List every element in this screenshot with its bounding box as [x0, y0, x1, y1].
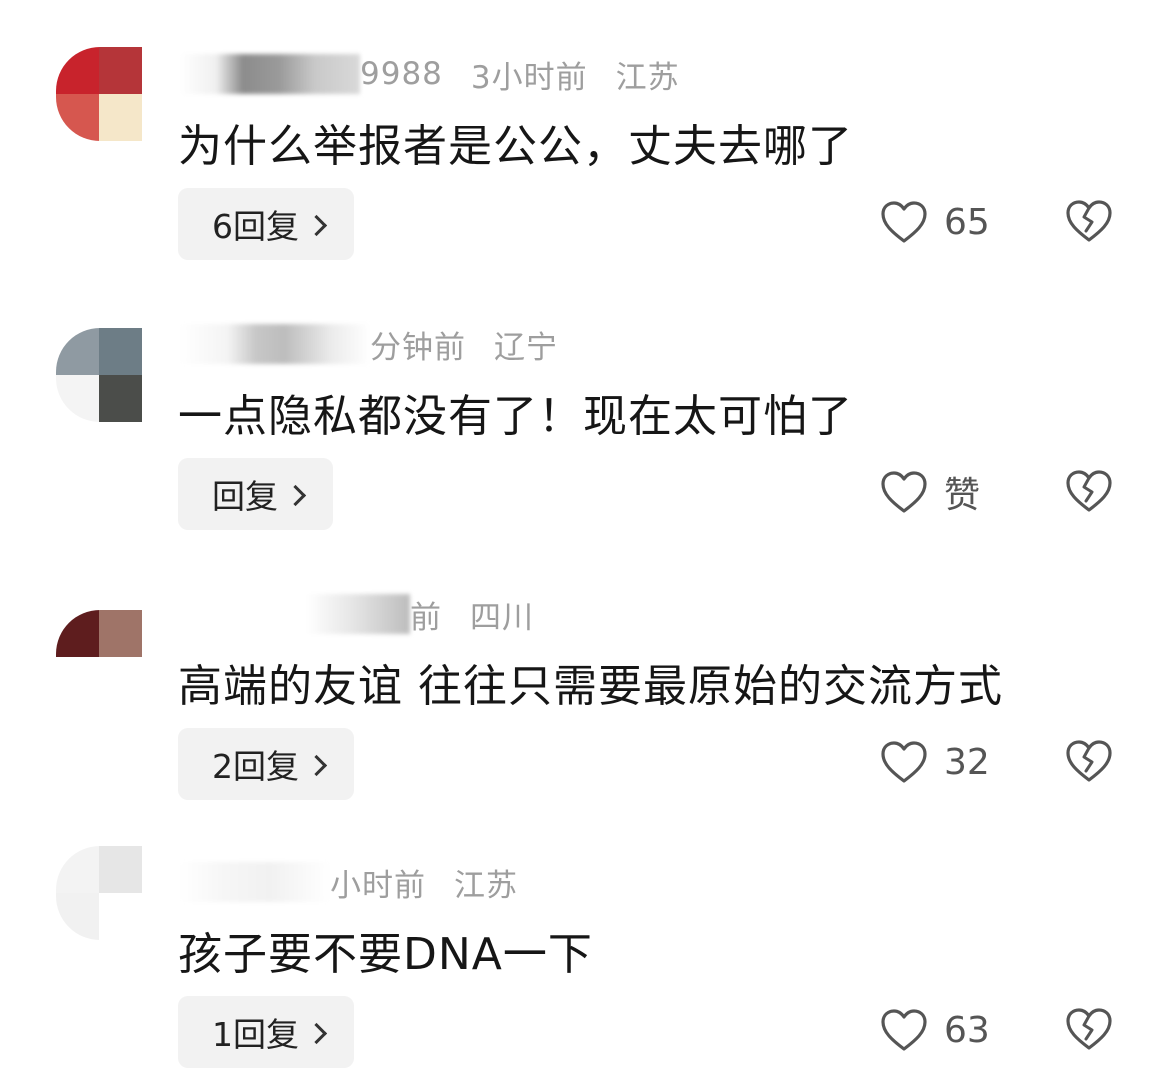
- like-button[interactable]: 32: [880, 732, 990, 792]
- reply-button[interactable]: 1回复: [178, 996, 354, 1068]
- broken-heart-icon: [1066, 200, 1112, 242]
- comment-time: 前: [410, 599, 442, 636]
- heart-outline-icon: [881, 1009, 927, 1051]
- reply-label: 回复: [212, 477, 278, 516]
- username-blurred[interactable]: [180, 862, 330, 902]
- reply-button[interactable]: 回复: [178, 458, 333, 530]
- like-button[interactable]: 65: [880, 192, 990, 252]
- broken-heart-icon: [1066, 740, 1112, 782]
- comment-time: 3小时前: [470, 59, 588, 96]
- comment-meta: 小时前 江苏: [180, 860, 518, 904]
- avatar[interactable]: [56, 846, 142, 940]
- comment-text: 高端的友谊 往往只需要最原始的交流方式: [178, 661, 1003, 712]
- chevron-right-icon: [284, 484, 307, 506]
- heart-outline-icon: [881, 201, 927, 243]
- like-button[interactable]: 赞: [880, 462, 980, 522]
- comment-location: 四川: [470, 599, 534, 636]
- comment-time: 小时前: [330, 867, 426, 904]
- like-count: 赞: [944, 475, 981, 516]
- chevron-right-icon: [305, 754, 328, 776]
- comment-location: 江苏: [454, 867, 518, 904]
- comment-location: 江苏: [615, 59, 680, 96]
- comment-meta: 9988 3小时前 江苏: [180, 52, 680, 96]
- comment-item: 分钟前 辽宁 一点隐私都没有了！现在太可怕了 回复 赞: [0, 270, 1176, 530]
- dislike-button[interactable]: [1064, 738, 1114, 788]
- reply-label: 6回复: [212, 207, 299, 246]
- comment-item: 前 四川 高端的友谊 往往只需要最原始的交流方式 2回复 32: [0, 540, 1176, 800]
- comment-meta: 分钟前 辽宁: [180, 322, 558, 366]
- username-tail[interactable]: 9988: [360, 56, 443, 92]
- dislike-button[interactable]: [1064, 1006, 1114, 1056]
- comment-item: 小时前 江苏 孩子要不要DNA一下 1回复 63: [0, 810, 1176, 1070]
- comment-location: 辽宁: [494, 329, 558, 366]
- chevron-right-icon: [305, 1022, 328, 1044]
- broken-heart-icon: [1066, 470, 1112, 512]
- reply-button[interactable]: 2回复: [178, 728, 354, 800]
- avatar[interactable]: [56, 47, 142, 141]
- reply-label: 2回复: [212, 747, 299, 786]
- heart-outline-icon: [881, 471, 927, 513]
- like-count: 63: [944, 1009, 990, 1051]
- reply-button[interactable]: 6回复: [178, 188, 354, 260]
- avatar[interactable]: [56, 328, 142, 422]
- comment-text: 一点隐私都没有了！现在太可怕了: [178, 391, 853, 442]
- like-button[interactable]: 63: [880, 1000, 990, 1060]
- comment-meta: 前 四川: [180, 592, 534, 636]
- heart-outline-icon: [881, 741, 927, 783]
- username-blurred[interactable]: [180, 594, 410, 634]
- dislike-button[interactable]: [1064, 198, 1114, 248]
- comment-text: 孩子要不要DNA一下: [178, 929, 593, 980]
- broken-heart-icon: [1066, 1008, 1112, 1050]
- chevron-right-icon: [305, 214, 328, 236]
- comment-text: 为什么举报者是公公，丈夫去哪了: [178, 121, 853, 172]
- dislike-button[interactable]: [1064, 468, 1114, 518]
- username-blurred[interactable]: [180, 324, 370, 364]
- comment-time: 分钟前: [370, 329, 466, 366]
- like-count: 65: [944, 201, 990, 243]
- avatar[interactable]: [56, 610, 142, 704]
- username-blurred[interactable]: [180, 54, 360, 94]
- like-count: 32: [944, 741, 990, 783]
- comment-item: 9988 3小时前 江苏 为什么举报者是公公，丈夫去哪了 6回复 65: [0, 0, 1176, 260]
- reply-label: 1回复: [212, 1015, 299, 1054]
